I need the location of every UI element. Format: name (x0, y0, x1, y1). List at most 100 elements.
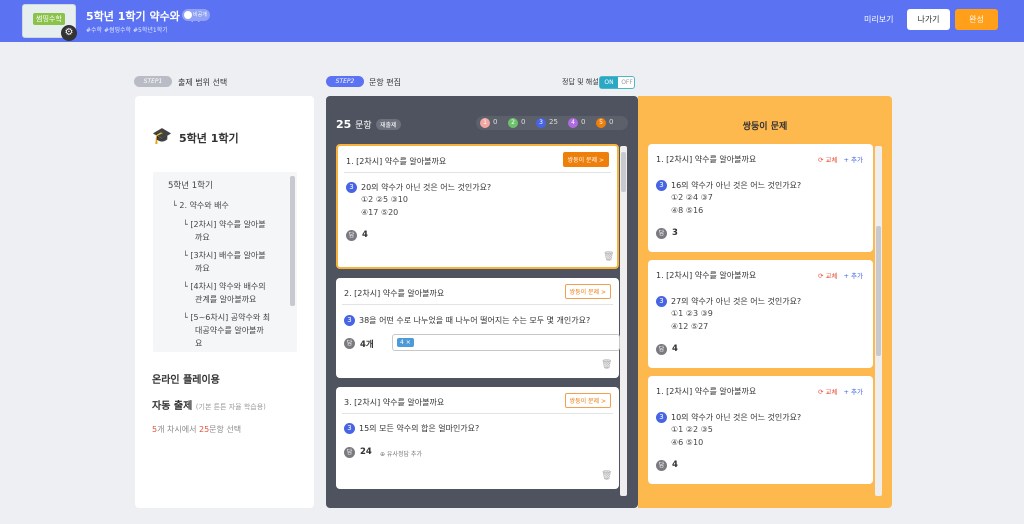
question-count: 25 (198, 425, 210, 434)
choices-line: ④6 ⑤10 (671, 438, 704, 447)
trash-icon[interactable]: 🗑 (601, 360, 612, 370)
tree-item[interactable]: 5학년 1학기 (168, 180, 213, 192)
twin-card-1[interactable]: 1. [2차시] 약수를 알아볼까요 ⟳ 교체 + 추가 3 16의 약수가 아닌… (648, 144, 873, 252)
tree-item[interactable]: 관계를 알아볼까요 (195, 294, 256, 306)
count-text: 개 차시에서 (157, 425, 199, 434)
answer-value: 4개 (360, 340, 374, 350)
tree-item[interactable]: 까요 (195, 263, 210, 275)
question-list-scrollbar[interactable] (620, 146, 627, 496)
question-card-2[interactable]: 2. [2차시] 약수를 알아볼까요 쌍둥이 문제 > 3 38을 어떤 수로 … (336, 278, 620, 378)
selection-count: 5개 차시에서 25문항 선택 (152, 424, 241, 435)
difficulty-5-badge: 5 (596, 118, 606, 128)
difficulty-4-badge: 4 (568, 118, 578, 128)
difficulty-2-badge: 2 (508, 118, 518, 128)
replace-button[interactable]: ⟳ 교체 (818, 388, 837, 396)
question-card-1[interactable]: 1. [2차시] 약수를 알아볼까요 쌍둥이 문제 > 3 20의 약수가 아닌… (336, 144, 619, 269)
twin-question-button[interactable]: 쌍둥이 문제 > (562, 152, 609, 167)
twin-actions: ⟳ 교체 + 추가 (818, 386, 863, 396)
question-text: 10의 약수가 아닌 것은 어느 것인가요? (671, 413, 802, 422)
tree-item[interactable]: └ [2차시] 약수를 알아볼 (183, 219, 266, 231)
twin-question-button[interactable]: 쌍둥이 문제 > (564, 393, 611, 408)
online-play-option[interactable]: 온라인 플레이용 (152, 371, 220, 386)
answer-toggle[interactable]: ON OFF (599, 76, 635, 89)
difficulty-badge: 3 (656, 412, 667, 423)
tree-item[interactable]: └ [3차시] 배수를 알아볼 (183, 250, 266, 262)
toggle-label: 비공개 (193, 12, 207, 18)
answer-icon: 답 (346, 230, 357, 241)
answer-toggle-off[interactable]: OFF (619, 77, 635, 88)
worksheet-tags: #수학 #썸띵수학 #5학년1학기 (86, 27, 168, 34)
twin-question-button[interactable]: 쌍둥이 문제 > (564, 284, 611, 299)
question-title: 1. [2차시] 약수를 알아볼까요 (656, 155, 757, 164)
answer-icon: 답 (344, 338, 355, 349)
difficulty-count: 25 (549, 118, 558, 126)
curriculum-tree[interactable]: 5학년 1학기 └ 2. 약수와 배수 └ [2차시] 약수를 알아볼 까요 └… (153, 172, 297, 352)
tree-item[interactable]: 요 (195, 338, 202, 350)
twin-panel-title: 쌍둥이 문제 (742, 122, 788, 132)
complete-button[interactable]: 완성 (955, 9, 998, 30)
toggle-knob (184, 11, 192, 19)
answer-value: 24 (360, 447, 372, 457)
step1-label: 출제 범위 선택 (178, 78, 228, 87)
tree-item[interactable]: └ 2. 약수와 배수 (172, 200, 229, 212)
twin-actions: ⟳ 교체 + 추가 (818, 270, 863, 280)
worksheet-thumbnail[interactable]: 썸띵수학 ⚙ (22, 4, 77, 41)
thumbnail-label: 썸띵수학 (33, 13, 65, 25)
tree-item[interactable]: └ [4차시] 약수와 배수의 (183, 281, 266, 293)
gear-icon[interactable]: ⚙ (61, 25, 77, 41)
add-button[interactable]: + 추가 (844, 388, 863, 396)
twin-list-scrollbar[interactable] (875, 146, 882, 496)
replace-button[interactable]: ⟳ 교체 (818, 272, 837, 280)
tree-scrollbar[interactable] (290, 176, 295, 306)
step2-badge: STEP2 (326, 76, 364, 87)
answer-toggle-label: 정답 및 해설 (562, 78, 599, 86)
regenerate-button[interactable]: 재출제 (376, 119, 401, 130)
tree-item[interactable]: 까요 (195, 232, 210, 244)
difficulty-badge: 3 (656, 180, 667, 191)
private-toggle[interactable]: 비공개 (182, 9, 210, 21)
divider (342, 304, 613, 305)
trash-icon[interactable]: 🗑 (603, 252, 614, 262)
replace-button[interactable]: ⟳ 교체 (818, 156, 837, 164)
add-button[interactable]: + 추가 (844, 156, 863, 164)
difficulty-count: 0 (609, 118, 614, 126)
step1-badge: STEP1 (134, 76, 172, 87)
difficulty-3-badge: 3 (536, 118, 546, 128)
difficulty-count: 0 (493, 118, 498, 126)
answer-value: 4 (672, 460, 678, 470)
total-number: 25 (336, 118, 352, 131)
question-edit-panel: 25 문항 재출제 10 20 3 25 40 50 1. [2차시] 약수를 알… (326, 96, 638, 508)
tree-item[interactable]: └ [5~6차시] 공약수와 최 (183, 312, 270, 324)
choices-line: ④8 ⑤16 (671, 206, 704, 215)
trash-icon[interactable]: 🗑 (601, 471, 612, 481)
scroll-thumb[interactable] (621, 152, 626, 192)
difficulty-badge: 3 (344, 423, 355, 434)
scroll-thumb[interactable] (876, 226, 881, 356)
question-title: 1. [2차시] 약수를 알아볼까요 (656, 387, 757, 396)
twin-question-panel: 쌍둥이 문제 1. [2차시] 약수를 알아볼까요 ⟳ 교체 + 추가 3 16의… (638, 96, 892, 508)
question-text: 27의 약수가 아닌 것은 어느 것인가요? (671, 297, 802, 306)
difficulty-count: 0 (521, 118, 526, 126)
twin-card-3[interactable]: 1. [2차시] 약수를 알아볼까요 ⟳ 교체 + 추가 3 10의 약수가 아닌… (648, 376, 873, 484)
preview-link[interactable]: 미리보기 (864, 14, 893, 25)
twin-actions: ⟳ 교체 + 추가 (818, 154, 863, 164)
choices-line: ④17 ⑤20 (361, 208, 399, 217)
answer-input[interactable]: 4 × (392, 334, 620, 351)
add-similar-answer-link[interactable]: ⊕ 유사정답 추가 (380, 449, 422, 458)
question-total: 25 문항 (336, 118, 372, 131)
answer-tag[interactable]: 4 × (397, 338, 414, 347)
add-button[interactable]: + 추가 (844, 272, 863, 280)
answer-value: 4 (672, 344, 678, 354)
exit-button[interactable]: 나가기 (907, 9, 950, 30)
question-text: 20의 약수가 아닌 것은 어느 것인가요? (361, 183, 492, 192)
tree-item[interactable]: 대공약수를 알아볼까 (195, 325, 264, 337)
question-card-3[interactable]: 3. [2차시] 약수를 알아볼까요 쌍둥이 문제 > 3 15의 모든 약수의… (336, 387, 619, 489)
question-text: 15의 모든 약수의 합은 얼마인가요? (359, 424, 480, 433)
divider (344, 172, 611, 173)
choices-line: ④12 ⑤27 (671, 322, 709, 331)
semester-title: 5학년 1학기 (179, 132, 239, 145)
question-title: 1. [2차시] 약수를 알아볼까요 (346, 157, 447, 166)
twin-card-2[interactable]: 1. [2차시] 약수를 알아볼까요 ⟳ 교체 + 추가 3 27의 약수가 아닌… (648, 260, 873, 368)
auto-generate-option[interactable]: 자동 출제 (기본 튼튼 자율 학습용) (152, 397, 266, 412)
answer-toggle-on[interactable]: ON (600, 77, 618, 88)
